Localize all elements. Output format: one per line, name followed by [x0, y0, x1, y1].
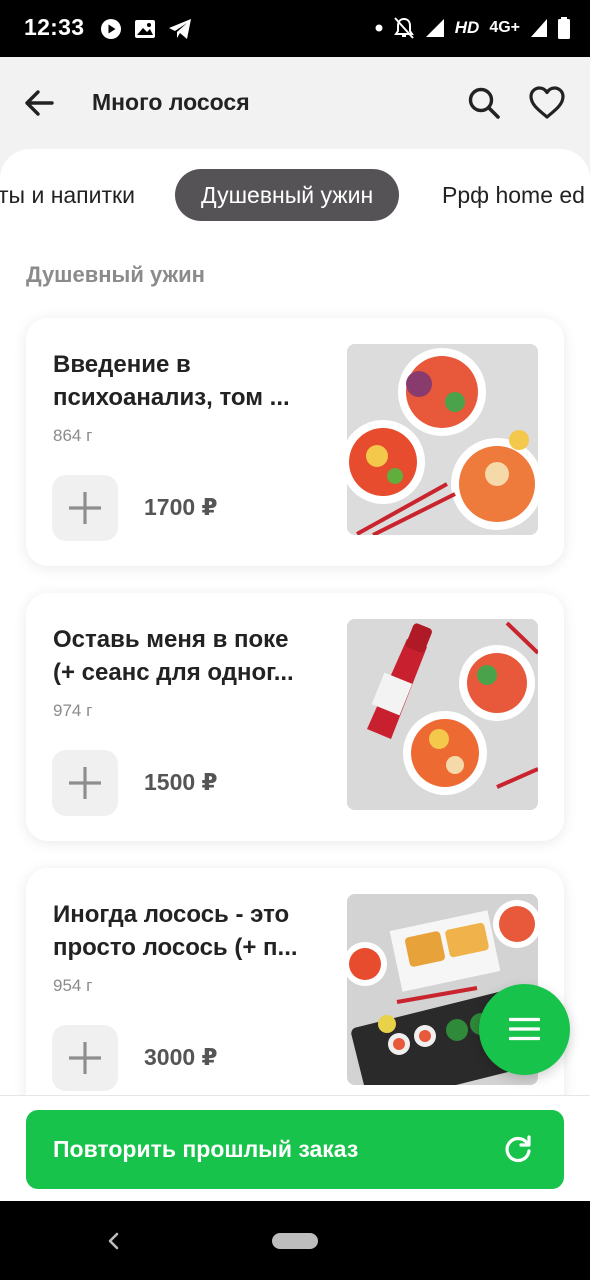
system-home-pill[interactable]: [272, 1233, 318, 1249]
system-status-icons: HD 4G+: [375, 14, 570, 42]
product-weight: 954 г: [53, 976, 93, 995]
repeat-last-order-button[interactable]: Повторить прошлый заказ: [26, 1110, 564, 1189]
product-name-line: (+ сеанс для одног...: [53, 659, 294, 686]
add-to-cart-button[interactable]: [52, 475, 118, 541]
product-card[interactable]: Иногда лосось - это просто лосось (+ п..…: [26, 868, 564, 1095]
product-name-line: Оставь меня в поке: [53, 626, 289, 653]
menu-icon: [509, 1017, 540, 1041]
plus-icon: [69, 1042, 101, 1074]
telegram-icon: [169, 19, 191, 39]
favorite-button[interactable]: [528, 85, 566, 121]
product-price: 3000 ₽: [144, 1044, 218, 1070]
product-weight: 864 г: [53, 426, 93, 445]
search-button[interactable]: [466, 85, 502, 121]
section-title: Душевный ужин: [26, 262, 205, 287]
bottom-action-bar: Повторить прошлый заказ: [0, 1095, 590, 1201]
status-time: 12:33: [24, 14, 85, 40]
system-back-icon[interactable]: [104, 1231, 124, 1251]
product-price: 1500 ₽: [144, 769, 218, 795]
bell-off-icon: [393, 17, 414, 39]
app-header: Много лосося: [0, 57, 590, 149]
youtube-icon: [101, 19, 121, 39]
product-price: 1700 ₽: [144, 494, 218, 520]
system-navigation-bar: [0, 1201, 590, 1280]
product-name-line: Иногда лосось - это: [53, 901, 290, 928]
product-name-line: просто лосось (+ п...: [53, 934, 298, 961]
heart-icon: [529, 86, 565, 119]
product-name: Введение в психоанализ, том ...: [53, 348, 325, 414]
product-name-line: Введение в: [53, 351, 191, 378]
product-card[interactable]: Введение в психоанализ, том ... 864 г 17…: [26, 318, 564, 566]
status-bar: 12:33 HD 4G+: [0, 0, 590, 57]
add-to-cart-button[interactable]: [52, 1025, 118, 1091]
product-card[interactable]: Оставь меня в поке (+ сеанс для одног...…: [26, 593, 564, 841]
notification-icons: [100, 16, 192, 42]
tab-soulful-dinner[interactable]: Душевный ужин: [175, 169, 400, 221]
category-tabs: ты и напитки Душевный ужин Ррф home ed: [0, 169, 590, 221]
signal-icon: [425, 19, 444, 37]
poke-bowls-photo: [347, 344, 538, 535]
repeat-order-label: Повторить прошлый заказ: [53, 1136, 359, 1162]
poke-and-drink-photo: [347, 619, 538, 810]
product-name: Иногда лосось - это просто лосось (+ п..…: [53, 898, 325, 964]
menu-fab-button[interactable]: [479, 984, 570, 1075]
gallery-icon: [135, 20, 155, 38]
search-icon: [468, 87, 500, 119]
battery-icon: [558, 17, 570, 39]
signal-icon-2: [531, 19, 547, 37]
tab-drinks[interactable]: ты и напитки: [0, 169, 135, 221]
network-label: HD: [454, 18, 480, 37]
back-button[interactable]: [22, 85, 58, 121]
plus-icon: [69, 492, 101, 524]
product-photo: [347, 619, 538, 810]
product-name-line: психоанализ, том ...: [53, 384, 290, 411]
product-name: Оставь меня в поке (+ сеанс для одног...: [53, 623, 325, 689]
add-to-cart-button[interactable]: [52, 750, 118, 816]
product-photo: [347, 344, 538, 535]
network-type: 4G+: [489, 19, 520, 36]
page-title: Много лосося: [92, 89, 250, 115]
refresh-icon: [505, 1135, 531, 1163]
arrow-left-icon: [25, 90, 54, 116]
menu-sheet: ты и напитки Душевный ужин Ррф home ed Д…: [0, 149, 590, 1095]
tab-home-edition[interactable]: Ррф home ed: [442, 169, 585, 221]
plus-icon: [69, 767, 101, 799]
dot-icon: [375, 24, 383, 32]
product-weight: 974 г: [53, 701, 93, 720]
